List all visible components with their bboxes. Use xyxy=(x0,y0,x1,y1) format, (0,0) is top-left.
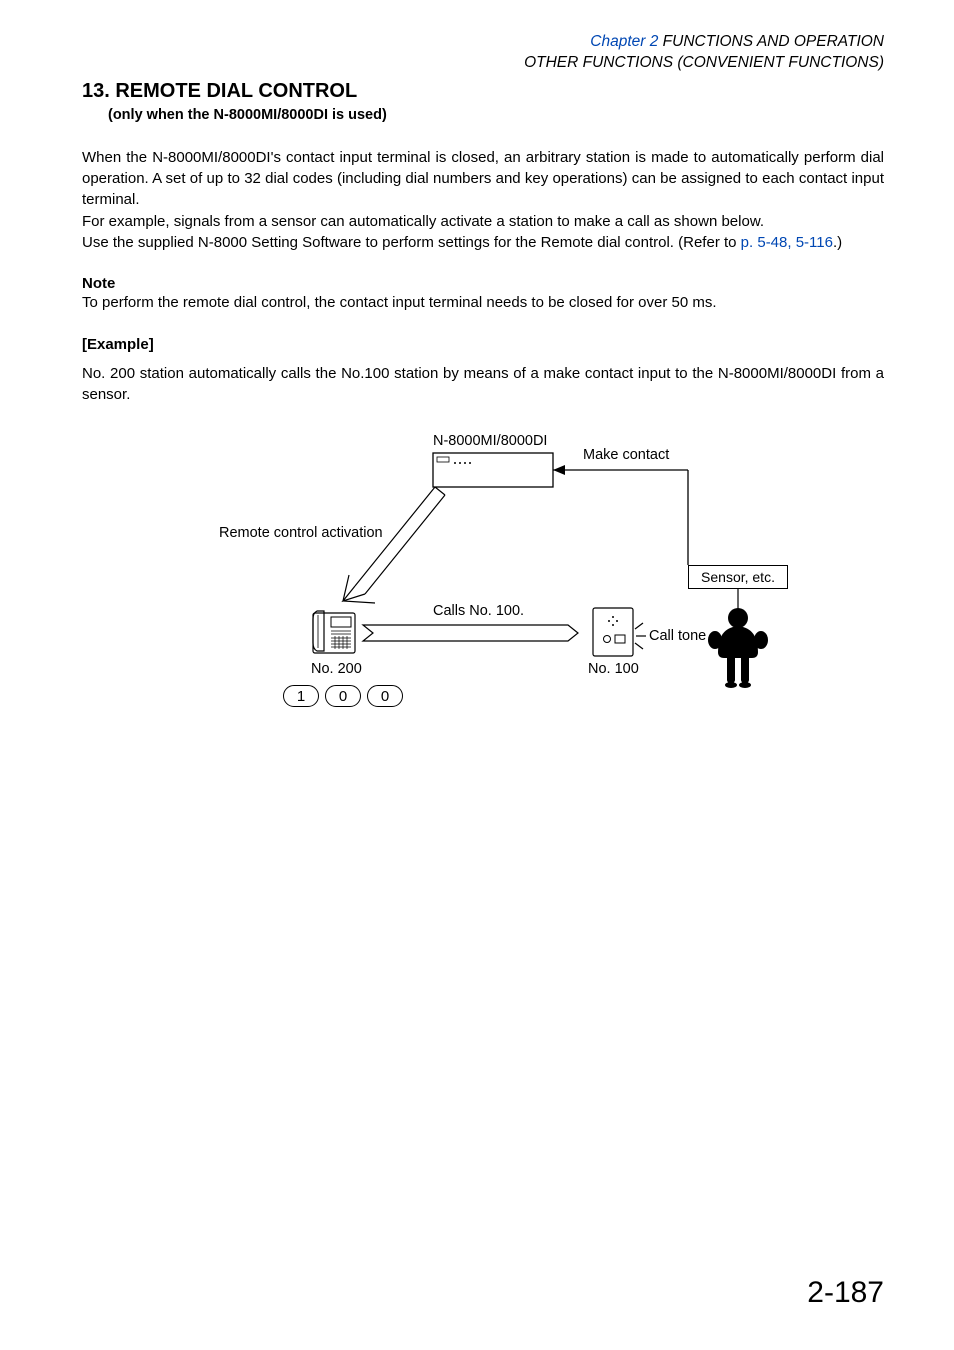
link-comma: , xyxy=(787,234,795,251)
station-200-label: No. 200 xyxy=(311,661,362,678)
chapter-title: FUNCTIONS AND OPERATION xyxy=(658,33,884,50)
make-contact-label: Make contact xyxy=(583,447,669,464)
page-ref-link-2[interactable]: 5-116 xyxy=(796,234,833,251)
station-200-icon xyxy=(313,611,355,653)
paragraph-3: Use the supplied N-8000 Setting Software… xyxy=(82,232,884,253)
chapter-prefix: Chapter 2 xyxy=(590,33,658,50)
section-title: 13. REMOTE DIAL CONTROL xyxy=(82,80,884,103)
activation-arrow xyxy=(343,487,445,603)
calls-arrow xyxy=(363,625,578,641)
sensor-box: Sensor, etc. xyxy=(688,565,788,589)
diagram: N-8000MI/8000DI Make contact Remote cont… xyxy=(183,433,783,753)
person-icon xyxy=(708,608,768,688)
device-label: N-8000MI/8000DI xyxy=(433,433,547,450)
dial-key-2: 0 xyxy=(325,685,361,707)
body-text: When the N-8000MI/8000DI's contact input… xyxy=(82,147,884,253)
example-heading: [Example] xyxy=(82,336,884,353)
page-number: 2-187 xyxy=(807,1276,884,1310)
header-line2: OTHER FUNCTIONS (CONVENIENT FUNCTIONS) xyxy=(82,53,884,74)
page: Chapter 2 FUNCTIONS AND OPERATION OTHER … xyxy=(0,0,954,1350)
call-tone-marks xyxy=(635,623,646,649)
page-header: Chapter 2 FUNCTIONS AND OPERATION OTHER … xyxy=(82,32,884,74)
remote-activation-label: Remote control activation xyxy=(219,525,383,542)
p3-tail: .) xyxy=(833,234,842,251)
station-100-icon xyxy=(593,608,633,656)
dial-sequence: 1 0 0 xyxy=(283,685,403,707)
device-icon xyxy=(433,453,553,487)
header-line1: Chapter 2 FUNCTIONS AND OPERATION xyxy=(82,32,884,53)
dial-key-3: 0 xyxy=(367,685,403,707)
call-tone-label: Call tone xyxy=(649,628,706,645)
note-text: To perform the remote dial control, the … xyxy=(82,292,884,313)
page-ref-link-1[interactable]: p. 5-48 xyxy=(741,234,788,251)
note-heading: Note xyxy=(82,275,884,292)
dial-key-1: 1 xyxy=(283,685,319,707)
make-contact-line xyxy=(553,465,688,565)
calls-label: Calls No. 100. xyxy=(433,603,524,620)
section-subtitle: (only when the N-8000MI/8000DI is used) xyxy=(108,107,884,123)
diagram-svg xyxy=(183,433,783,753)
example-text: No. 200 station automatically calls the … xyxy=(82,363,884,406)
station-100-label: No. 100 xyxy=(588,661,639,678)
paragraph-1: When the N-8000MI/8000DI's contact input… xyxy=(82,147,884,211)
p3-lead: Use the supplied N-8000 Setting Software… xyxy=(82,234,741,251)
paragraph-2: For example, signals from a sensor can a… xyxy=(82,211,884,232)
